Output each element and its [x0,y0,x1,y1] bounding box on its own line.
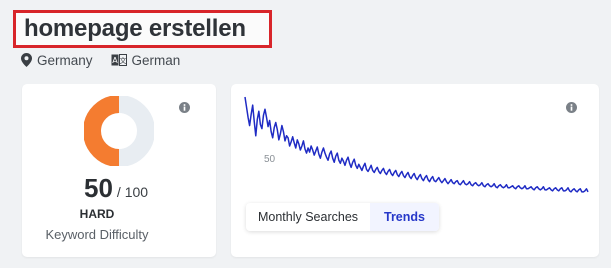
svg-text:文: 文 [119,56,126,65]
difficulty-score-line: 50/ 100 [84,173,148,204]
keyword-meta: Germany A 文 German [21,51,198,69]
difficulty-level: HARD [79,207,115,221]
tab-trends[interactable]: Trends [370,203,439,231]
trend-chart [244,96,589,193]
tab-monthly-searches[interactable]: Monthly Searches [246,203,370,231]
trend-tabs: Monthly Searches Trends [246,203,439,231]
keyword-title: homepage erstellen [24,15,246,42]
difficulty-max: / 100 [116,184,149,200]
info-icon[interactable] [179,102,190,113]
language-label: German [131,52,181,68]
difficulty-label: Keyword Difficulty [45,227,149,242]
translate-icon: A 文 [111,54,127,66]
country-item: Germany [21,53,93,68]
trend-series-line [244,96,589,193]
country-label: Germany [37,52,93,68]
location-pin-icon [21,53,32,67]
difficulty-donut-arc [84,96,120,166]
svg-text:A: A [112,56,118,65]
difficulty-score: 50 [84,173,113,203]
difficulty-donut [84,96,154,166]
keyword-heading-box: homepage erstellen [13,10,272,48]
language-item: A 文 German [111,52,181,68]
